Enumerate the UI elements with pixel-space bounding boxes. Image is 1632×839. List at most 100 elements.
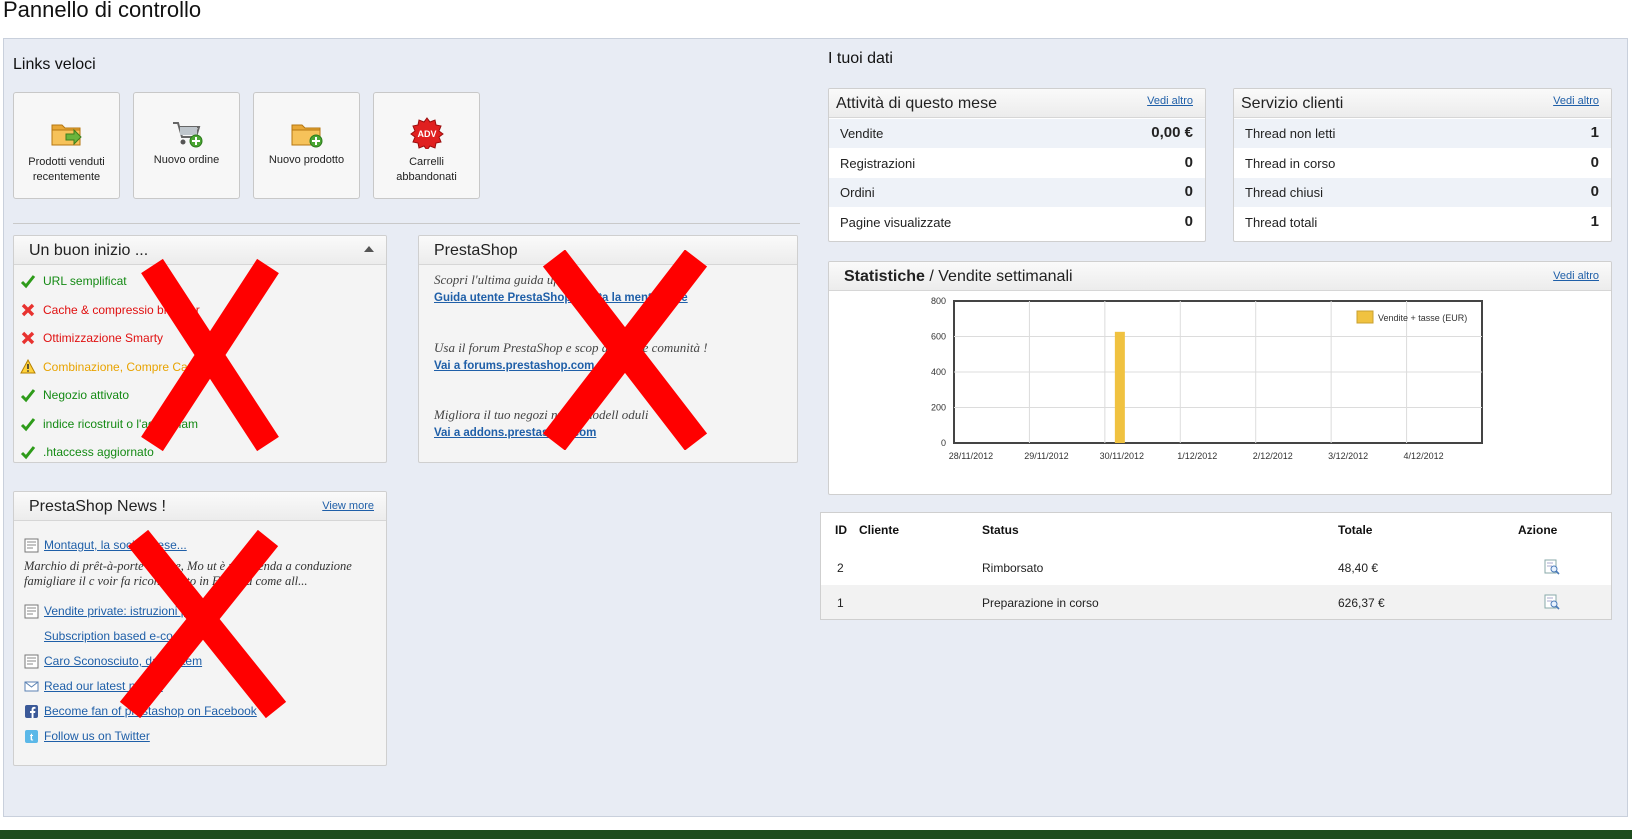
stat-value: 0 xyxy=(1184,183,1193,200)
prestashop-addons-link[interactable]: Vai a addons.prestashop.com xyxy=(434,427,596,439)
check-icon xyxy=(20,275,36,289)
stat-row: Vendite 0,00 € xyxy=(829,119,1205,148)
quick-link-label: Carrelli abbandonati xyxy=(396,156,457,183)
prestashop-forum-link[interactable]: Vai a forums.prestashop.com xyxy=(434,360,594,372)
order-id: 2 xyxy=(837,561,844,575)
stats-header: Statistiche / Vendite settimanali Vedi a… xyxy=(829,262,1611,291)
folder-arrow-icon xyxy=(51,124,82,146)
news-view-more-link[interactable]: View more xyxy=(322,500,374,512)
checklist-item-label: .htaccess aggiornato xyxy=(43,445,154,459)
news-link[interactable]: Vendite private: istruzioni p xyxy=(44,604,187,618)
col-status: Status xyxy=(982,523,1019,537)
prestashop-text: Scopri l'ultima guida uf le: xyxy=(434,272,574,287)
col-client: Cliente xyxy=(859,523,900,537)
checklist-item-label: Combinazione, Compre Cache xyxy=(43,359,208,374)
orders-table: ID Cliente Status Totale Azione 2 Rimbors… xyxy=(820,512,1612,620)
order-row[interactable]: 2 Rimborsato 48,40 € xyxy=(821,550,1611,584)
news-link[interactable]: Follow us on Twitter xyxy=(44,729,150,743)
order-total: 626,37 € xyxy=(1338,596,1385,610)
order-status: Preparazione in corso xyxy=(982,596,1099,610)
footer-bar xyxy=(0,830,1632,839)
collapse-icon[interactable] xyxy=(364,246,374,252)
check-icon xyxy=(20,389,36,403)
stat-value: 0 xyxy=(1590,183,1599,200)
x-tick-label: 28/11/2012 xyxy=(949,451,993,461)
news-link[interactable]: Caro Sconosciuto, da nto tem xyxy=(44,654,202,668)
activity-panel: Attività di questo mese Vedi altro Vendi… xyxy=(828,88,1206,242)
legend-label: Vendite + tasse (EUR) xyxy=(1378,313,1467,323)
stat-label: Thread chiusi xyxy=(1245,185,1324,200)
stat-value: 0 xyxy=(1590,153,1599,171)
good-start-header: Un buon inizio ... xyxy=(14,236,386,265)
twitter-icon: t xyxy=(25,730,38,744)
your-data-title: I tuoi dati xyxy=(828,50,893,67)
stat-row: Pagine visualizzate 0 xyxy=(829,207,1205,237)
svg-text:ADV: ADV xyxy=(417,129,436,139)
quick-link-recent-sold[interactable]: Prodotti venduti recentemente xyxy=(13,92,120,199)
page-title: Pannello di controllo xyxy=(3,0,202,22)
news-title: PrestaShop News ! xyxy=(29,498,166,515)
news-link[interactable]: Read our latest ne tter xyxy=(44,679,163,693)
good-start-title: Un buon inizio ... xyxy=(29,242,149,259)
cart-add-icon xyxy=(173,122,203,148)
prestashop-guide-link[interactable]: Guida utente PrestaShop 1. utta la menta… xyxy=(434,292,688,304)
legend-swatch xyxy=(1356,310,1374,324)
news-link[interactable]: Montagut, la soci ancese... xyxy=(44,538,187,552)
mail-icon xyxy=(24,681,39,692)
news-icon xyxy=(24,654,39,669)
news-icon xyxy=(24,538,39,553)
view-details-icon[interactable] xyxy=(1544,594,1560,610)
stat-label: Pagine visualizzate xyxy=(840,214,952,230)
service-title: Servizio clienti xyxy=(1241,95,1344,112)
x-tick-label: 3/12/2012 xyxy=(1328,451,1368,461)
activity-title: Attività di questo mese xyxy=(836,95,997,112)
service-header: Servizio clienti Vedi altro xyxy=(1234,89,1611,118)
bar xyxy=(1114,331,1125,443)
stat-row: Thread chiusi 0 xyxy=(1234,178,1611,207)
divider xyxy=(13,223,800,224)
col-id: ID xyxy=(835,523,847,537)
quick-link-abandoned-carts[interactable]: ADV Carrelli abbandonati xyxy=(373,92,480,199)
quick-link-label: Nuovo ordine xyxy=(153,154,220,166)
stat-label: Thread in corso xyxy=(1245,155,1336,171)
quick-link-new-order[interactable]: Nuovo ordine xyxy=(133,92,240,199)
checklist-item-label: Negozio attivato xyxy=(43,388,130,402)
check-icon xyxy=(20,417,36,431)
checklist-item-label: URL semplificat xyxy=(43,274,127,288)
service-panel: Servizio clienti Vedi altro Thread non l… xyxy=(1233,88,1612,242)
news-panel: PrestaShop News ! View more Montagut, la… xyxy=(13,491,387,766)
y-tick-label: 400 xyxy=(931,367,946,377)
prestashop-header: PrestaShop xyxy=(419,236,797,265)
y-tick-label: 800 xyxy=(931,296,946,306)
facebook-icon xyxy=(25,705,38,718)
stat-label: Vendite xyxy=(840,126,884,141)
news-link[interactable]: Subscription based e-co n... xyxy=(44,629,193,643)
prestashop-text: Migliora il tuo negozi nuovi modell odul… xyxy=(434,407,649,422)
stat-label: Ordini xyxy=(840,185,875,200)
stat-value: 0 xyxy=(1184,153,1193,171)
news-icon xyxy=(24,604,39,619)
folder-add-icon xyxy=(291,124,323,148)
order-total: 48,40 € xyxy=(1338,561,1379,575)
activity-header: Attività di questo mese Vedi altro xyxy=(829,89,1205,118)
checklist-item-label: indice ricostruit o l'aggiornam xyxy=(43,416,199,431)
news-link[interactable]: Become fan of prestashop on Facebook xyxy=(44,704,257,718)
order-row[interactable]: 1 Preparazione in corso 626,37 € xyxy=(821,585,1611,619)
view-details-icon[interactable] xyxy=(1544,559,1560,575)
stats-more-link[interactable]: Vedi altro xyxy=(1553,270,1599,282)
good-start-panel: Un buon inizio ... URL semplificat Cache … xyxy=(13,235,387,463)
checklist-item-label: Cache & compressio browser xyxy=(43,302,200,317)
stat-row: Ordini 0 xyxy=(829,178,1205,207)
stat-value: 0 xyxy=(1184,212,1193,230)
stat-row: Registrazioni 0 xyxy=(829,148,1205,178)
quick-link-new-product[interactable]: Nuovo prodotto xyxy=(253,92,360,199)
stats-panel: Statistiche / Vendite settimanali Vedi a… xyxy=(828,261,1612,495)
weekly-sales-chart: 0 200 400 600 800 28/11/2012 29/11/2012 30/11/2… xyxy=(931,296,1483,461)
quick-links-title: Links veloci xyxy=(13,56,96,73)
stat-row: Thread in corso 0 xyxy=(1234,148,1611,178)
activity-more-link[interactable]: Vedi altro xyxy=(1147,95,1193,107)
service-more-link[interactable]: Vedi altro xyxy=(1553,95,1599,107)
quick-link-label: Prodotti venduti recentemente xyxy=(28,156,105,183)
stat-value: 0,00 € xyxy=(1151,124,1193,141)
checklist-item-label: Ottimizzazione Smarty xyxy=(43,331,164,345)
